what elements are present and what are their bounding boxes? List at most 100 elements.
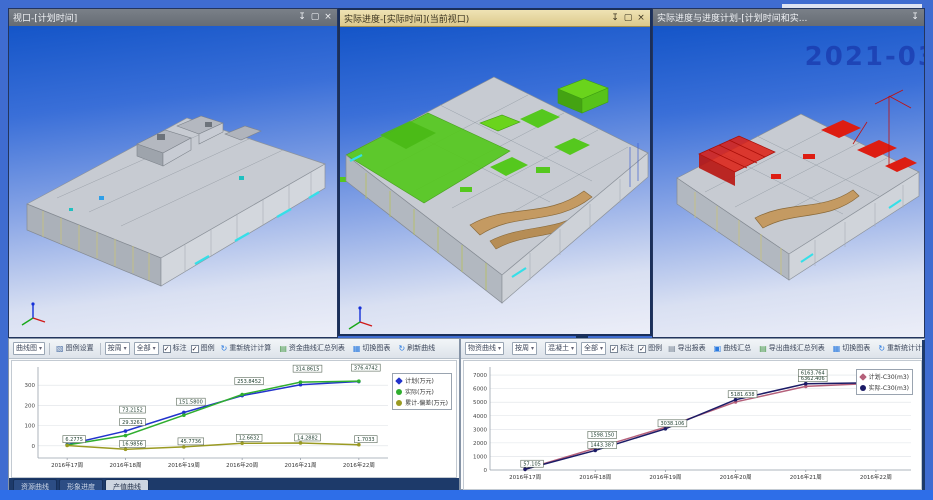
- value-curve-panel: 曲线图 ▾ ▧ 图例设置 按周 ▾ 全部 ▾ ✓ 标注 ✓ 图例 ↻ 重新统计计算 ▤ 资金曲线汇总列表 ▦ 切换…: [8, 338, 460, 493]
- toolbar-label: 资金曲线汇总列表: [288, 344, 345, 352]
- svg-text:3000: 3000: [473, 427, 487, 433]
- viewport-window-actual: 实际进度-[实际时间](当前视口) ↧ ▢ ×: [338, 8, 652, 336]
- svg-text:0: 0: [484, 468, 488, 474]
- titlebar-planned[interactable]: 视口-[计划时间] ↧ ▢ ×: [9, 9, 337, 26]
- svg-text:2016年21周: 2016年21周: [285, 461, 317, 469]
- titlebar-compare[interactable]: 实际进度与进度计划-[计划时间和实... ↧: [653, 9, 924, 26]
- viewport-canvas-planned[interactable]: [9, 26, 337, 337]
- svg-text:29.3261: 29.3261: [122, 420, 143, 426]
- svg-text:1.7033: 1.7033: [357, 437, 375, 443]
- toolbar-label: 切换图表: [842, 344, 871, 352]
- toolbar-button-切换图表[interactable]: ▦ 切换图表: [351, 341, 393, 356]
- toolbar-select-曲线图[interactable]: 曲线图 ▾: [13, 342, 46, 355]
- chevron-down-icon: ▾: [123, 344, 127, 352]
- value-curve-toolbar: 曲线图 ▾ ▧ 图例设置 按周 ▾ 全部 ▾ ✓ 标注 ✓ 图例 ↻ 重新统计计算 ▤ 资金曲线汇总列表 ▦ 切换…: [9, 339, 459, 359]
- pin-icon[interactable]: ↧: [297, 13, 307, 22]
- material-curve-legend: 计划-C30(m3) 实际-C30(m3): [855, 369, 913, 395]
- close-icon[interactable]: ×: [323, 13, 333, 22]
- toolbar-separator: [49, 342, 51, 355]
- viewport-window-planned: 视口-[计划时间] ↧ ▢ ×: [8, 8, 338, 338]
- chevron-down-icon: ▾: [498, 344, 502, 352]
- toolbar-label: 混凝土: [548, 344, 570, 352]
- toolbar-label: 图例设置: [65, 344, 94, 352]
- svg-text:57.105: 57.105: [523, 462, 541, 468]
- toolbar-check-图例[interactable]: ✓ 图例: [190, 344, 215, 353]
- svg-text:73.2152: 73.2152: [122, 407, 143, 413]
- viewport-canvas-actual[interactable]: [340, 27, 650, 334]
- toolbar-button-重新统计计算[interactable]: ↻重新统计计算: [219, 341, 274, 356]
- legend-item: 实际(万元): [396, 387, 448, 396]
- toolbar-button-导出报表[interactable]: ▤ 导出报表: [666, 341, 708, 356]
- toolbar-icon: ▤: [279, 343, 287, 353]
- chevron-down-icon: ▾: [39, 344, 43, 352]
- svg-text:6000: 6000: [473, 387, 487, 393]
- toolbar-label: 按周: [107, 344, 122, 352]
- toolbar-icon: ↻: [220, 343, 228, 353]
- pin-icon[interactable]: ↧: [910, 13, 920, 22]
- svg-text:151.5800: 151.5800: [179, 399, 203, 405]
- toolbar-button-图例设置[interactable]: ▧ 图例设置: [54, 341, 96, 356]
- panel-edge: [922, 340, 925, 490]
- bim-4d-application: 视口-[计划时间] ↧ ▢ × 实际进度-[实际时间](当前视口) ↧ ▢ × …: [0, 0, 933, 500]
- toolbar-label: 物资曲线: [468, 344, 496, 352]
- building-model-planned: [21, 115, 326, 326]
- svg-text:100: 100: [25, 424, 36, 430]
- toolbar-button-导出曲线汇总列表[interactable]: ▤ 导出曲线汇总列表: [757, 341, 827, 356]
- toolbar-label: 图例: [648, 344, 663, 352]
- svg-text:6163.764: 6163.764: [801, 371, 825, 377]
- toolbar-check-标注[interactable]: ✓ 标注: [610, 344, 634, 353]
- toolbar-select-物资曲线[interactable]: 物资曲线 ▾: [465, 342, 505, 355]
- svg-text:1443.387: 1443.387: [590, 443, 614, 449]
- material-curve-chart: 0 1000 2000 3000 4000 5000 6000 7000 2016年17周 201…: [463, 360, 922, 490]
- svg-text:200: 200: [25, 403, 36, 409]
- toolbar-icon: ▤: [668, 343, 676, 353]
- toolbar-label: 导出报表: [677, 344, 706, 352]
- viewport-canvas-compare[interactable]: 2021-03: [653, 26, 924, 337]
- frame-bottom: [0, 490, 933, 500]
- toolbar-label: 全部: [136, 344, 151, 352]
- toolbar-check-标注[interactable]: ✓ 标注: [162, 344, 187, 353]
- value-curve-legend: 计划(万元) 实际(万元) 累计-偏差(万元): [392, 373, 452, 410]
- maximize-icon[interactable]: ▢: [623, 13, 633, 23]
- building-model-actual: [340, 76, 649, 330]
- toolbar-label: 全部: [584, 344, 599, 352]
- svg-text:5000: 5000: [473, 400, 487, 406]
- toolbar-label: 标注: [172, 344, 187, 352]
- material-curve-plot: 0 1000 2000 3000 4000 5000 6000 7000 2016年17周 201…: [473, 367, 911, 481]
- window-title-compare: 实际进度与进度计划-[计划时间和实...: [657, 14, 808, 24]
- titlebar-actual[interactable]: 实际进度-[实际时间](当前视口) ↧ ▢ ×: [340, 10, 650, 27]
- toolbar-button-曲线汇总[interactable]: ▣ 曲线汇总: [712, 341, 754, 356]
- svg-text:2016年19周: 2016年19周: [168, 461, 200, 469]
- toolbar-button-刷新曲线[interactable]: ↻ 刷新曲线: [396, 341, 437, 356]
- toolbar-label: 曲线图: [16, 344, 37, 352]
- svg-text:2016年22周: 2016年22周: [343, 461, 375, 469]
- svg-text:314.8615: 314.8615: [296, 366, 320, 372]
- maximize-icon[interactable]: ▢: [310, 13, 320, 22]
- axis-triad-icon: [348, 306, 373, 330]
- toolbar-select-混凝土[interactable]: 混凝土 ▾: [545, 342, 578, 355]
- toolbar-check-图例[interactable]: ✓ 图例: [638, 344, 663, 353]
- toolbar-button-切换图表[interactable]: ▦ 切换图表: [831, 341, 873, 356]
- chevron-down-icon: ▾: [571, 344, 575, 352]
- toolbar-icon: ↻: [878, 343, 886, 353]
- viewport-window-compare: 实际进度与进度计划-[计划时间和实... ↧ 2021-03: [652, 8, 925, 338]
- svg-text:253.8452: 253.8452: [237, 379, 261, 385]
- toolbar-select-全部[interactable]: 全部 ▾: [133, 342, 159, 355]
- toolbar-select-全部[interactable]: 全部 ▾: [581, 342, 607, 355]
- svg-text:2016年19周: 2016年19周: [649, 473, 681, 481]
- toolbar-separator: [99, 342, 101, 355]
- value-curve-chart: 0 100 200 300 2016年17周 2016年18周 2016年19周 2016年2…: [11, 360, 457, 478]
- legend-item: 累计-偏差(万元): [396, 398, 448, 407]
- chevron-down-icon: ▾: [152, 344, 156, 352]
- svg-text:5181.638: 5181.638: [731, 392, 755, 398]
- toolbar-label: 重新统计计算: [229, 344, 272, 352]
- toolbar-select-按周[interactable]: 按周 ▾: [104, 342, 130, 355]
- svg-text:16.9856: 16.9856: [122, 442, 143, 448]
- toolbar-button-资金曲线汇总列表[interactable]: ▤ 资金曲线汇总列表: [277, 341, 347, 356]
- pin-icon[interactable]: ↧: [610, 13, 620, 23]
- toolbar-select-按周[interactable]: 按周 ▾: [512, 342, 538, 355]
- close-icon[interactable]: ×: [636, 13, 646, 23]
- toolbar-button-重新统计计算[interactable]: ↻重新统计计算: [876, 341, 924, 356]
- toolbar-icon: ▤: [759, 343, 767, 353]
- toolbar-label: 切换图表: [362, 344, 391, 352]
